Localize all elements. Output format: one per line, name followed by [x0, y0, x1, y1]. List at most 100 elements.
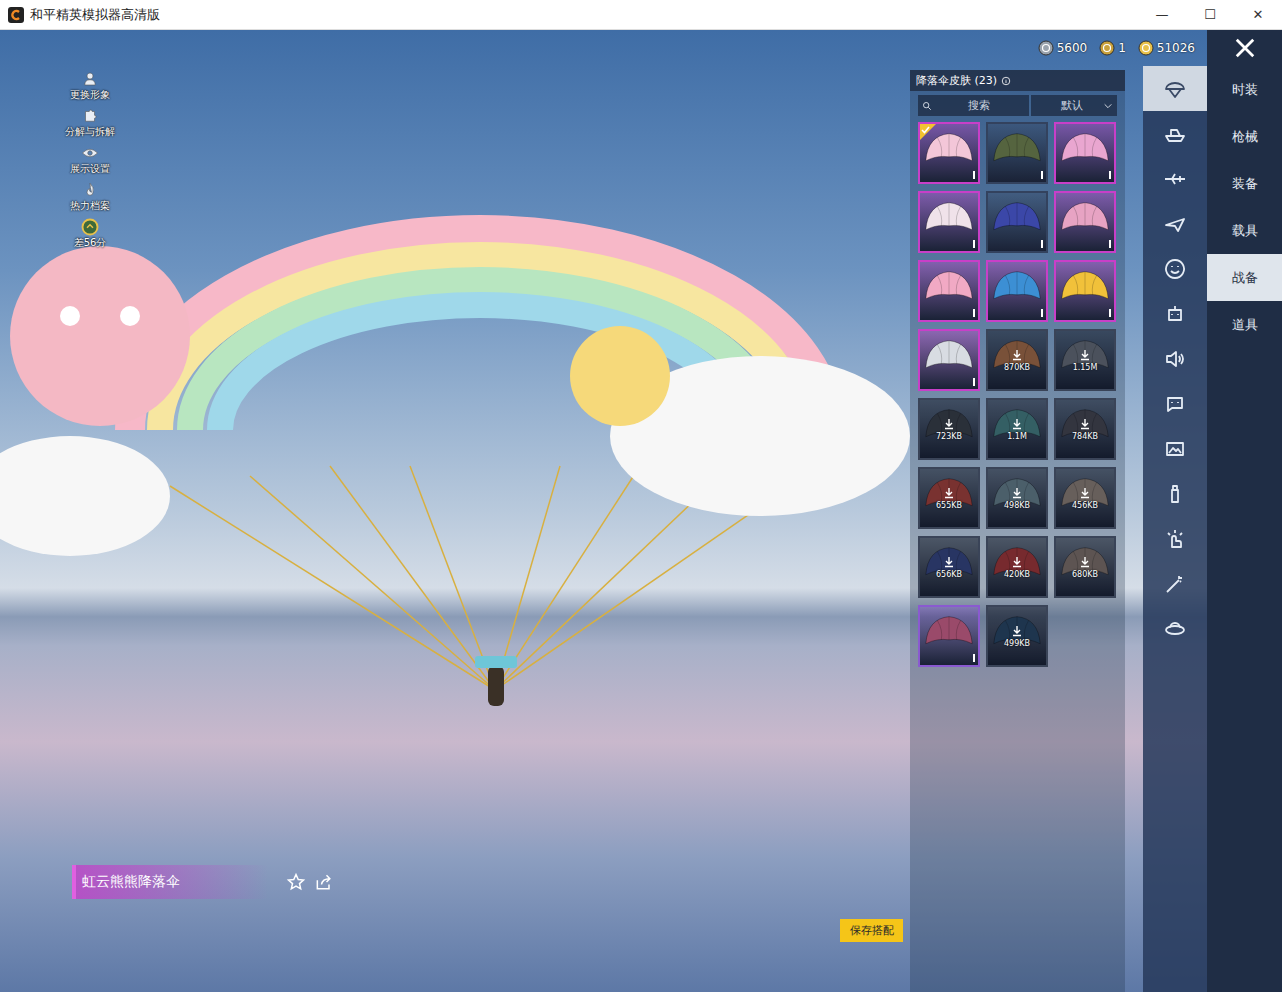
skin-tile[interactable]: 784KB — [1054, 398, 1116, 460]
download-size: 870KB — [1004, 363, 1030, 372]
side-menu-item[interactable]: 展示设置 — [60, 144, 120, 177]
side-menu-item[interactable]: 更换形象 — [60, 70, 120, 103]
search-placeholder: 搜索 — [932, 98, 1025, 113]
category-tab[interactable]: 枪械 — [1207, 113, 1282, 160]
subcategory-tab[interactable] — [1143, 336, 1207, 381]
category-tab[interactable]: 装备 — [1207, 160, 1282, 207]
subcategory-tab[interactable] — [1143, 291, 1207, 336]
skin-grid: 870KB 1.15M 723KB1.1M 784KB 655KB498KB456KB 6… — [910, 120, 1125, 669]
side-menu-item[interactable]: 热力档案 — [60, 181, 120, 214]
close-button[interactable] — [1207, 30, 1282, 66]
subcategory-tab[interactable] — [1143, 471, 1207, 516]
filter-row: 搜索 默认 — [910, 91, 1125, 120]
owned-mark — [1041, 171, 1043, 179]
window-control-button[interactable]: — — [1138, 0, 1186, 29]
skin-tile[interactable]: 656KB — [918, 536, 980, 598]
category-tab[interactable]: 战备 — [1207, 254, 1282, 301]
sort-dropdown[interactable]: 默认 — [1031, 95, 1117, 116]
subcategory-tab[interactable] — [1143, 156, 1207, 201]
category-bar: 时装枪械装备载具战备道具 — [1207, 66, 1282, 992]
subcategory-tab[interactable] — [1143, 606, 1207, 651]
subcategory-tab[interactable] — [1143, 111, 1207, 156]
owned-mark — [1109, 309, 1111, 317]
menu-label: 热力档案 — [70, 199, 110, 213]
window-controls: —☐✕ — [1138, 0, 1282, 29]
skin-tile[interactable]: 655KB — [918, 467, 980, 529]
skin-tile[interactable] — [918, 329, 980, 391]
owned-mark — [973, 654, 975, 662]
category-tab[interactable]: 道具 — [1207, 301, 1282, 348]
window-control-button[interactable]: ✕ — [1234, 0, 1282, 29]
download-size: 420KB — [1004, 570, 1030, 579]
level-badge[interactable]: 差56分 — [60, 218, 120, 251]
download-icon — [943, 418, 955, 430]
chevron-down-icon — [1103, 101, 1113, 111]
skin-tile[interactable] — [986, 191, 1048, 253]
currency: 51026 — [1138, 40, 1195, 56]
subcategory-icon — [1163, 77, 1187, 101]
content: 更换形象分解与拆解展示设置热力档案差56分虹云熊熊降落伞保存搭配降落伞皮肤 (2… — [0, 66, 1282, 992]
side-menu: 更换形象分解与拆解展示设置热力档案差56分 — [60, 70, 120, 251]
subcategory-tab[interactable] — [1143, 66, 1207, 111]
subcategory-icon — [1163, 122, 1187, 146]
share-icon[interactable] — [314, 872, 334, 892]
side-menu-item[interactable]: 分解与拆解 — [60, 107, 120, 140]
coin-icon — [1038, 40, 1054, 56]
item-name-row: 虹云熊熊降落伞 — [72, 865, 903, 899]
category-tab[interactable]: 载具 — [1207, 207, 1282, 254]
menu-icon — [81, 107, 99, 125]
skin-tile[interactable] — [918, 191, 980, 253]
menu-label: 更换形象 — [70, 88, 110, 102]
app-logo-icon — [8, 7, 24, 23]
skin-tile[interactable]: 1.15M — [1054, 329, 1116, 391]
skin-tile[interactable] — [1054, 122, 1116, 184]
skin-tile[interactable] — [1054, 260, 1116, 322]
menu-label: 分解与拆解 — [65, 125, 115, 139]
subcategory-icon — [1163, 437, 1187, 461]
sort-value: 默认 — [1061, 98, 1083, 113]
download-size: 784KB — [1072, 432, 1098, 441]
subcategory-icon — [1163, 527, 1187, 551]
skin-tile[interactable]: 870KB — [986, 329, 1048, 391]
skin-tile[interactable] — [918, 260, 980, 322]
parachute-icon — [988, 193, 1046, 251]
download-overlay: 1.1M — [988, 400, 1046, 458]
skin-tile[interactable]: 498KB — [986, 467, 1048, 529]
panel-title: 降落伞皮肤 (23) — [910, 70, 1125, 91]
skin-tile[interactable]: 1.1M — [986, 398, 1048, 460]
search-field[interactable]: 搜索 — [918, 95, 1029, 116]
skin-tile[interactable]: 723KB — [918, 398, 980, 460]
subcategory-icon — [1163, 617, 1187, 641]
owned-mark — [973, 240, 975, 248]
download-overlay: 420KB — [988, 538, 1046, 596]
subcategory-tab[interactable] — [1143, 381, 1207, 426]
category-tab[interactable]: 时装 — [1207, 66, 1282, 113]
info-icon[interactable] — [1001, 76, 1011, 86]
currency-bar: 5600151026 — [1038, 40, 1195, 56]
parachute-icon — [920, 262, 978, 320]
subcategory-tab[interactable] — [1143, 246, 1207, 291]
save-button[interactable]: 保存搭配 — [840, 919, 903, 942]
download-icon — [1011, 625, 1023, 637]
coin-icon — [1138, 40, 1154, 56]
favorite-star-icon[interactable] — [286, 872, 306, 892]
download-icon — [1079, 487, 1091, 499]
skin-tile[interactable]: 420KB — [986, 536, 1048, 598]
skin-tile[interactable]: 456KB — [1054, 467, 1116, 529]
skin-tile[interactable] — [918, 122, 980, 184]
download-icon — [1079, 349, 1091, 361]
title-bar: 和平精英模拟器高清版—☐✕ — [0, 0, 1282, 30]
skin-tile[interactable]: 680KB — [1054, 536, 1116, 598]
preview-stage[interactable]: 更换形象分解与拆解展示设置热力档案差56分虹云熊熊降落伞保存搭配 — [0, 66, 910, 992]
subcategory-tab[interactable] — [1143, 201, 1207, 246]
skin-tile[interactable]: 499KB — [986, 605, 1048, 667]
skin-tile[interactable] — [918, 605, 980, 667]
subcategory-tab[interactable] — [1143, 561, 1207, 606]
subcategory-tab[interactable] — [1143, 426, 1207, 471]
skin-tile[interactable] — [986, 122, 1048, 184]
skin-tile[interactable] — [986, 260, 1048, 322]
window-control-button[interactable]: ☐ — [1186, 0, 1234, 29]
skin-panel: 降落伞皮肤 (23) 搜索 默认 870KB 1.15M 723KB1.1M 784KB 65… — [910, 70, 1125, 992]
subcategory-tab[interactable] — [1143, 516, 1207, 561]
skin-tile[interactable] — [1054, 191, 1116, 253]
